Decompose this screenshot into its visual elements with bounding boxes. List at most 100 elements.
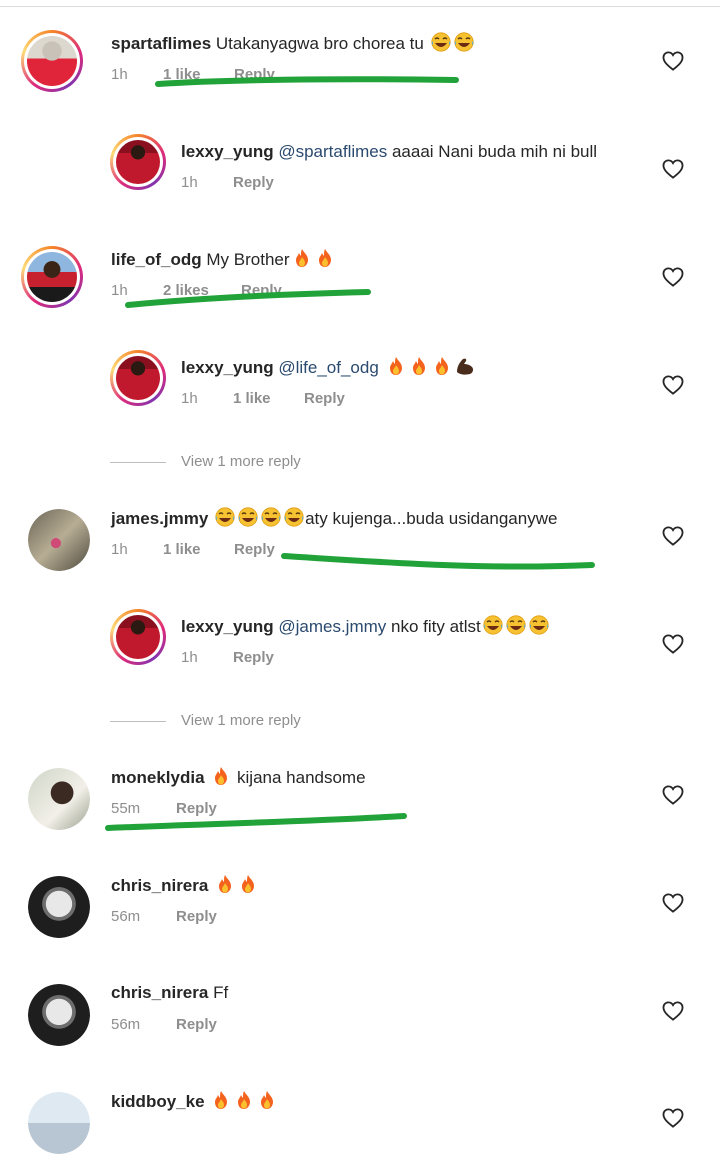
username[interactable]: spartaflimes [111, 34, 211, 53]
comment-body [379, 358, 384, 377]
heart-icon[interactable] [662, 634, 684, 654]
laugh-emoji-icon [528, 615, 550, 635]
likes-count[interactable]: 2 likes [163, 282, 209, 299]
top-divider [0, 6, 720, 7]
comment-body: My Brother [201, 250, 290, 269]
heart-icon[interactable] [662, 375, 684, 395]
view-more-label[interactable]: View 1 more reply [181, 453, 301, 470]
username[interactable]: lexxy_yung [181, 358, 274, 377]
timestamp: 1h [181, 390, 198, 407]
username[interactable]: life_of_odg [111, 250, 202, 269]
username[interactable]: chris_nirera [111, 876, 208, 895]
fire-emoji-icon [210, 1090, 232, 1110]
username[interactable]: lexxy_yung [181, 142, 274, 161]
laugh-emoji-icon [283, 507, 305, 527]
reply-button[interactable]: Reply [176, 908, 217, 925]
reply-button[interactable]: Reply [234, 541, 275, 558]
username[interactable]: james.jmmy [111, 509, 208, 528]
comment-text: life_of_odg My Brother [111, 248, 336, 271]
reply-button[interactable]: Reply [241, 282, 282, 299]
mention-link[interactable]: @james.jmmy [278, 617, 386, 636]
username[interactable]: lexxy_yung [181, 617, 274, 636]
comment-text: moneklydia kijana handsome [111, 766, 366, 789]
divider [110, 462, 166, 463]
comment-text: chris_nirera [111, 874, 259, 897]
view-more-label[interactable]: View 1 more reply [181, 712, 301, 729]
timestamp: 1h [181, 174, 198, 191]
avatar[interactable] [110, 350, 166, 406]
heart-icon[interactable] [662, 1108, 684, 1128]
avatar[interactable] [110, 134, 166, 190]
avatar[interactable] [21, 30, 83, 92]
timestamp: 56m [111, 908, 141, 925]
fire-emoji-icon [408, 356, 430, 376]
likes-count[interactable]: 1 like [233, 390, 271, 407]
avatar[interactable] [28, 984, 90, 1046]
reply-button[interactable]: Reply [233, 649, 274, 666]
timestamp: 1h [111, 66, 128, 83]
avatar[interactable] [28, 1092, 90, 1154]
comment-body: aty kujenga...buda usidanganywe [305, 509, 558, 528]
timestamp: 56m [111, 1016, 141, 1033]
fire-emoji-icon [237, 874, 259, 894]
reply-button[interactable]: Reply [233, 174, 274, 191]
comment-text: lexxy_yung @james.jmmy nko fity atlst [181, 615, 550, 638]
heart-icon[interactable] [662, 526, 684, 546]
comment-text: chris_nirera Ff [111, 982, 228, 1004]
fire-emoji-icon [256, 1090, 278, 1110]
comment-body: kijana handsome [237, 768, 366, 787]
avatar[interactable] [28, 509, 90, 571]
reply-button[interactable]: Reply [304, 390, 345, 407]
comment-body: Ff [208, 983, 229, 1002]
fire-emoji-icon [314, 248, 336, 268]
fire-emoji-icon [431, 356, 453, 376]
username[interactable]: kiddboy_ke [111, 1092, 205, 1111]
comment-text: james.jmmy aty kujenga...buda usidangany… [111, 507, 557, 530]
heart-icon[interactable] [662, 51, 684, 71]
comment-body: aaaai Nani buda mih ni bull [387, 142, 598, 161]
heart-icon[interactable] [662, 267, 684, 287]
comment-body: nko fity atlst [386, 617, 481, 636]
heart-icon[interactable] [662, 893, 684, 913]
timestamp: 1h [181, 649, 198, 666]
fire-emoji-icon [210, 766, 232, 786]
green-marker-annotations [105, 76, 595, 831]
timestamp: 1h [111, 282, 128, 299]
fire-emoji-icon [291, 248, 313, 268]
mention-link[interactable]: @life_of_odg [278, 358, 378, 377]
avatar[interactable] [28, 768, 90, 830]
comment-text: lexxy_yung @life_of_odg [181, 356, 476, 379]
laugh-emoji-icon [505, 615, 527, 635]
comment-body: Utakanyagwa bro chorea tu [211, 34, 429, 53]
reply-button[interactable]: Reply [176, 1016, 217, 1033]
reply-button[interactable]: Reply [176, 800, 217, 817]
reply-button[interactable]: Reply [234, 66, 275, 83]
fire-emoji-icon [214, 874, 236, 894]
username[interactable]: moneklydia [111, 768, 205, 787]
laugh-emoji-icon [237, 507, 259, 527]
laugh-emoji-icon [260, 507, 282, 527]
timestamp: 1h [111, 541, 128, 558]
avatar[interactable] [21, 246, 83, 308]
laugh-emoji-icon [214, 507, 236, 527]
timestamp: 55m [111, 800, 141, 817]
likes-count[interactable]: 1 like [163, 541, 201, 558]
laugh-emoji-icon [430, 32, 452, 52]
mention-link[interactable]: @spartaflimes [278, 142, 387, 161]
likes-count[interactable]: 1 like [163, 66, 201, 83]
comment-text: lexxy_yung @spartaflimes aaaai Nani buda… [181, 141, 597, 163]
flex-emoji-icon [454, 356, 476, 376]
heart-icon[interactable] [662, 1001, 684, 1021]
avatar[interactable] [110, 609, 166, 665]
fire-emoji-icon [233, 1090, 255, 1110]
divider [110, 721, 166, 722]
fire-emoji-icon [385, 356, 407, 376]
laugh-emoji-icon [453, 32, 475, 52]
username[interactable]: chris_nirera [111, 983, 208, 1002]
avatar[interactable] [28, 876, 90, 938]
comment-text: spartaflimes Utakanyagwa bro chorea tu [111, 32, 475, 55]
laugh-emoji-icon [482, 615, 504, 635]
comment-text: kiddboy_ke [111, 1090, 278, 1113]
heart-icon[interactable] [662, 785, 684, 805]
heart-icon[interactable] [662, 159, 684, 179]
